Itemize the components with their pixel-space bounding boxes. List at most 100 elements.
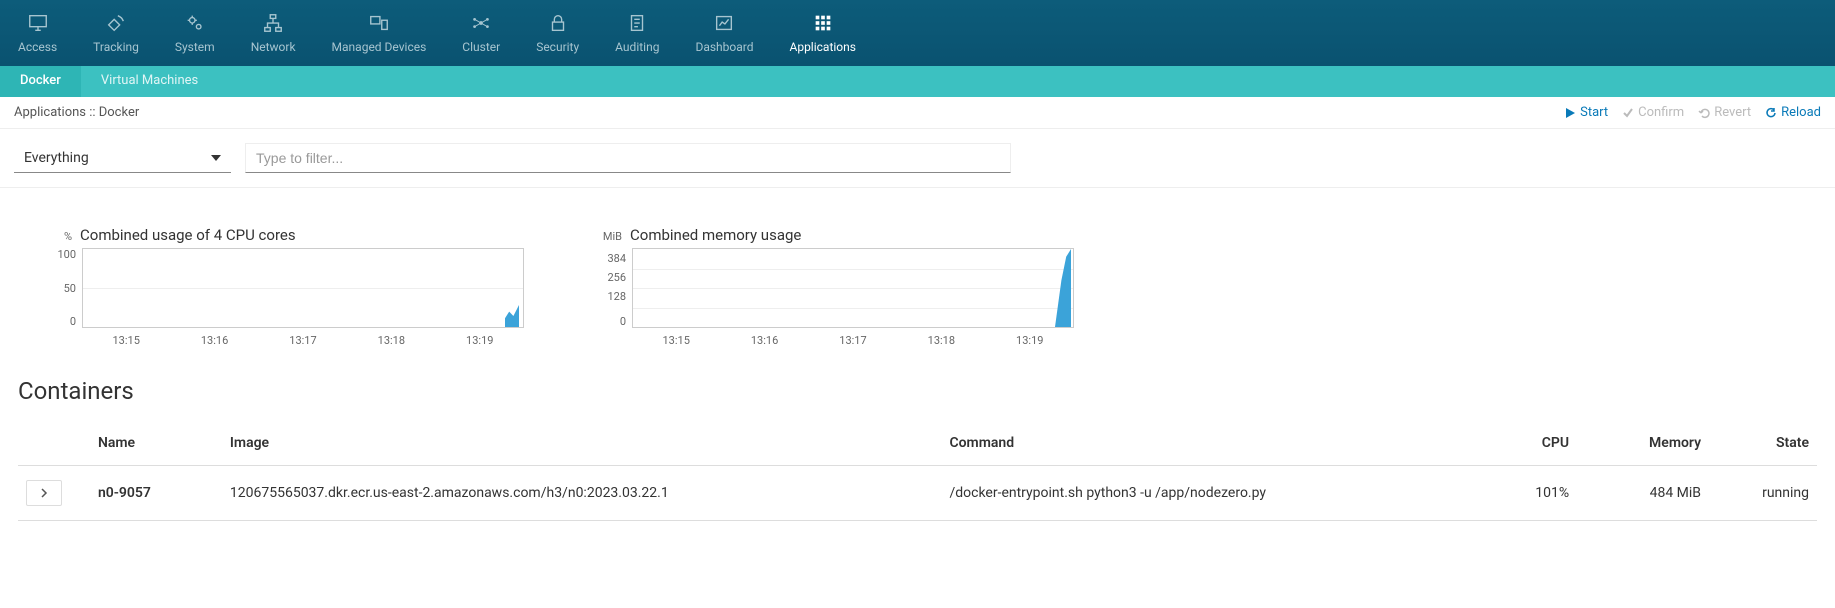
nav-dashboard[interactable]: Dashboard	[677, 8, 771, 66]
col-cpu-header[interactable]: CPU	[1493, 425, 1577, 466]
xtick: 13:16	[751, 334, 778, 347]
breadcrumb-bar: Applications :: Docker Start Confirm Rev…	[0, 97, 1835, 129]
chart-title: Combined memory usage	[630, 226, 801, 244]
action-label: Confirm	[1638, 105, 1684, 120]
undo-icon	[1698, 107, 1710, 119]
chevron-down-icon	[211, 155, 221, 161]
nav-applications[interactable]: Applications	[772, 8, 874, 66]
devices-icon	[368, 12, 390, 34]
chart-yaxis: 384 256 128 0	[594, 248, 632, 328]
action-label: Revert	[1714, 105, 1751, 120]
cluster-icon	[470, 12, 492, 34]
tab-virtual-machines[interactable]: Virtual Machines	[81, 66, 218, 97]
apps-grid-icon	[812, 12, 834, 34]
memory-chart: MiB Combined memory usage 384 256 128 0 …	[594, 226, 1074, 347]
chart-xaxis: 13:15 13:16 13:17 13:18 13:19	[632, 328, 1074, 347]
table-row[interactable]: n0-9057 120675565037.dkr.ecr.us-east-2.a…	[18, 466, 1817, 521]
ytick: 128	[594, 290, 626, 303]
revert-button[interactable]: Revert	[1698, 105, 1751, 120]
xtick: 13:15	[112, 334, 139, 347]
ytick: 50	[44, 282, 76, 295]
filter-select-value: Everything	[24, 150, 89, 166]
breadcrumb: Applications :: Docker	[14, 105, 139, 120]
chart-plot	[82, 248, 524, 328]
ytick: 0	[594, 315, 626, 328]
charts-row: % Combined usage of 4 CPU cores 100 50 0…	[0, 188, 1835, 357]
nav-cluster[interactable]: Cluster	[444, 8, 518, 66]
confirm-button[interactable]: Confirm	[1622, 105, 1684, 120]
check-icon	[1622, 107, 1634, 119]
ytick: 384	[594, 252, 626, 265]
monitor-icon	[27, 12, 49, 34]
nav-label: Access	[18, 40, 57, 54]
xtick: 13:18	[378, 334, 405, 347]
chart-unit: %	[44, 230, 72, 243]
containers-title: Containers	[18, 377, 1817, 405]
containers-table: Name Image Command CPU Memory State n0-9…	[18, 425, 1817, 521]
dashboard-icon	[713, 12, 735, 34]
xtick: 13:18	[928, 334, 955, 347]
nav-system[interactable]: System	[157, 8, 233, 66]
col-command-header[interactable]: Command	[941, 425, 1493, 466]
ytick: 256	[594, 271, 626, 284]
filter-scope-select[interactable]: Everything	[14, 143, 231, 173]
nav-label: System	[175, 40, 215, 54]
nav-label: Network	[251, 40, 296, 54]
chart-xaxis: 13:15 13:16 13:17 13:18 13:19	[82, 328, 524, 347]
cell-command: /docker-entrypoint.sh python3 -u /app/no…	[941, 466, 1493, 521]
ytick: 100	[44, 248, 76, 261]
play-icon	[1564, 107, 1576, 119]
chart-plot	[632, 248, 1074, 328]
xtick: 13:15	[662, 334, 689, 347]
cell-name: n0-9057	[90, 466, 222, 521]
xtick: 13:17	[289, 334, 316, 347]
clipboard-icon	[626, 12, 648, 34]
filter-input[interactable]	[245, 143, 1011, 173]
containers-section: Containers Name Image Command CPU Memory…	[0, 357, 1835, 541]
nav-label: Auditing	[615, 40, 659, 54]
nav-label: Tracking	[93, 40, 139, 54]
chevron-right-icon	[39, 488, 49, 498]
top-navigation: Access Tracking System Network Managed D…	[0, 0, 1835, 66]
xtick: 13:19	[466, 334, 493, 347]
chart-yaxis: 100 50 0	[44, 248, 82, 328]
nav-security[interactable]: Security	[518, 8, 597, 66]
cell-memory: 484 MiB	[1577, 466, 1709, 521]
xtick: 13:19	[1016, 334, 1043, 347]
nav-label: Dashboard	[695, 40, 753, 54]
col-image-header[interactable]: Image	[222, 425, 942, 466]
xtick: 13:16	[201, 334, 228, 347]
col-expand	[18, 425, 90, 466]
cpu-chart: % Combined usage of 4 CPU cores 100 50 0…	[44, 226, 524, 347]
filter-row: Everything	[0, 129, 1835, 188]
nav-label: Managed Devices	[332, 40, 427, 54]
action-label: Start	[1580, 105, 1608, 120]
reload-button[interactable]: Reload	[1765, 105, 1821, 120]
nav-access[interactable]: Access	[0, 8, 75, 66]
col-memory-header[interactable]: Memory	[1577, 425, 1709, 466]
cell-image: 120675565037.dkr.ecr.us-east-2.amazonaws…	[222, 466, 942, 521]
nav-label: Applications	[790, 40, 856, 54]
action-label: Reload	[1781, 105, 1821, 120]
nav-network[interactable]: Network	[233, 8, 314, 66]
nav-label: Security	[536, 40, 579, 54]
chart-unit: MiB	[594, 230, 622, 243]
ytick: 0	[44, 315, 76, 328]
lock-icon	[547, 12, 569, 34]
xtick: 13:17	[839, 334, 866, 347]
col-state-header[interactable]: State	[1709, 425, 1817, 466]
satellite-icon	[105, 12, 127, 34]
reload-icon	[1765, 107, 1777, 119]
tab-docker[interactable]: Docker	[0, 66, 81, 97]
expand-row-button[interactable]	[26, 480, 62, 506]
nav-auditing[interactable]: Auditing	[597, 8, 677, 66]
nav-managed-devices[interactable]: Managed Devices	[314, 8, 445, 66]
cell-state: running	[1709, 466, 1817, 521]
sub-tabs: Docker Virtual Machines	[0, 66, 1835, 97]
network-icon	[262, 12, 284, 34]
start-button[interactable]: Start	[1564, 105, 1608, 120]
chart-title: Combined usage of 4 CPU cores	[80, 226, 296, 244]
nav-tracking[interactable]: Tracking	[75, 8, 157, 66]
nav-label: Cluster	[462, 40, 500, 54]
col-name-header[interactable]: Name	[90, 425, 222, 466]
